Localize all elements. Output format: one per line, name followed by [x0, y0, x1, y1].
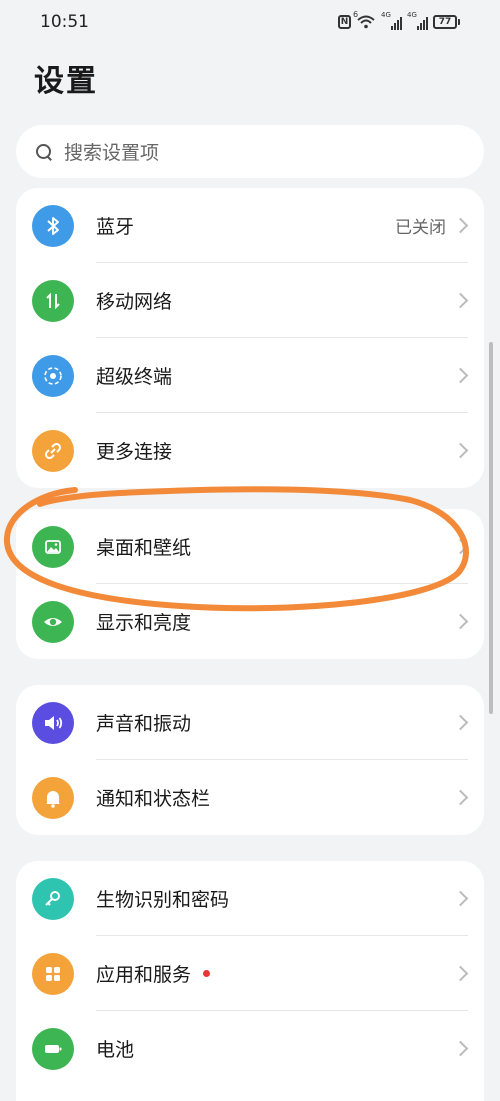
settings-item-label: 生物识别和密码 — [96, 889, 230, 911]
wifi-icon: 6 — [353, 10, 376, 30]
settings-item-biometrics[interactable]: 生物识别和密码 — [16, 861, 484, 936]
nfc-icon: N — [338, 15, 351, 29]
signal-1-label: 4G — [381, 11, 391, 19]
status-time: 10:51 — [40, 12, 89, 32]
settings-item-label: 通知和状态栏 — [96, 788, 211, 810]
settings-item-bluetooth[interactable]: 蓝牙 已关闭 — [16, 188, 484, 263]
search-input[interactable]: 搜索设置项 — [16, 125, 484, 178]
notification-dot — [203, 970, 211, 977]
settings-item-mobile-network[interactable]: 移动网络 — [16, 263, 484, 338]
settings-group-security-apps: 生物识别和密码 应用和服务 电池 — [16, 861, 484, 1101]
chevron-right-icon — [452, 789, 469, 806]
settings-item-label: 超级终端 — [96, 366, 173, 388]
scrollbar[interactable] — [489, 342, 493, 714]
battery-status-icon: 77 — [433, 15, 460, 29]
chevron-right-icon — [452, 367, 469, 384]
chevron-right-icon — [452, 292, 469, 309]
settings-group-display: 桌面和壁纸 显示和亮度 — [16, 509, 484, 659]
search-placeholder: 搜索设置项 — [64, 142, 160, 164]
chevron-right-icon — [452, 613, 469, 630]
volume-icon — [32, 701, 74, 744]
settings-item-sound-vibration[interactable]: 声音和振动 — [16, 685, 484, 760]
settings-item-label: 桌面和壁纸 — [96, 537, 192, 559]
chevron-right-icon — [452, 442, 469, 459]
settings-item-more-connections[interactable]: 更多连接 — [16, 413, 484, 488]
bell-icon — [32, 776, 74, 819]
wifi-badge: 6 — [353, 10, 359, 19]
settings-item-wallpaper[interactable]: 桌面和壁纸 — [16, 509, 484, 584]
settings-item-super-device[interactable]: 超级终端 — [16, 338, 484, 413]
chevron-right-icon — [452, 538, 469, 555]
chevron-right-icon — [452, 714, 469, 731]
settings-item-label: 应用和服务 — [96, 964, 192, 986]
signal-1-icon: 4G — [381, 11, 402, 30]
signal-2-icon: 4G — [407, 11, 428, 30]
chevron-right-icon — [452, 217, 469, 234]
settings-item-label: 显示和亮度 — [96, 612, 192, 634]
settings-item-apps-services[interactable]: 应用和服务 — [16, 936, 484, 1011]
chevron-right-icon — [452, 965, 469, 982]
settings-item-label: 蓝牙 — [96, 216, 135, 238]
bluetooth-status: 已关闭 — [395, 218, 446, 238]
super-device-icon — [32, 354, 74, 397]
signal-2-label: 4G — [407, 11, 417, 19]
settings-item-label: 更多连接 — [96, 441, 173, 463]
settings-item-battery[interactable]: 电池 — [16, 1011, 484, 1086]
apps-icon — [32, 952, 74, 995]
settings-item-display-brightness[interactable]: 显示和亮度 — [16, 584, 484, 659]
settings-item-label: 移动网络 — [96, 291, 173, 313]
battery-icon — [32, 1027, 74, 1070]
chevron-right-icon — [452, 1040, 469, 1057]
battery-level: 77 — [433, 15, 457, 29]
wallpaper-icon — [32, 525, 74, 568]
settings-item-label: 声音和振动 — [96, 713, 192, 735]
settings-group-sound: 声音和振动 通知和状态栏 — [16, 685, 484, 835]
key-icon — [32, 877, 74, 920]
settings-group-connectivity: 蓝牙 已关闭 移动网络 超级终端 更多连接 — [16, 188, 484, 488]
status-bar: 10:51 N 6 4G 4G 77 — [0, 0, 500, 46]
settings-item-label: 电池 — [96, 1039, 135, 1061]
link-icon — [32, 429, 74, 472]
status-icons: N 6 4G 4G 77 — [338, 10, 460, 30]
eye-icon — [32, 600, 74, 643]
chevron-right-icon — [452, 890, 469, 907]
settings-item-notifications[interactable]: 通知和状态栏 — [16, 760, 484, 835]
bluetooth-icon — [32, 204, 74, 247]
search-icon — [34, 142, 54, 162]
page-title: 设置 — [34, 64, 98, 99]
mobile-data-icon — [32, 279, 74, 322]
